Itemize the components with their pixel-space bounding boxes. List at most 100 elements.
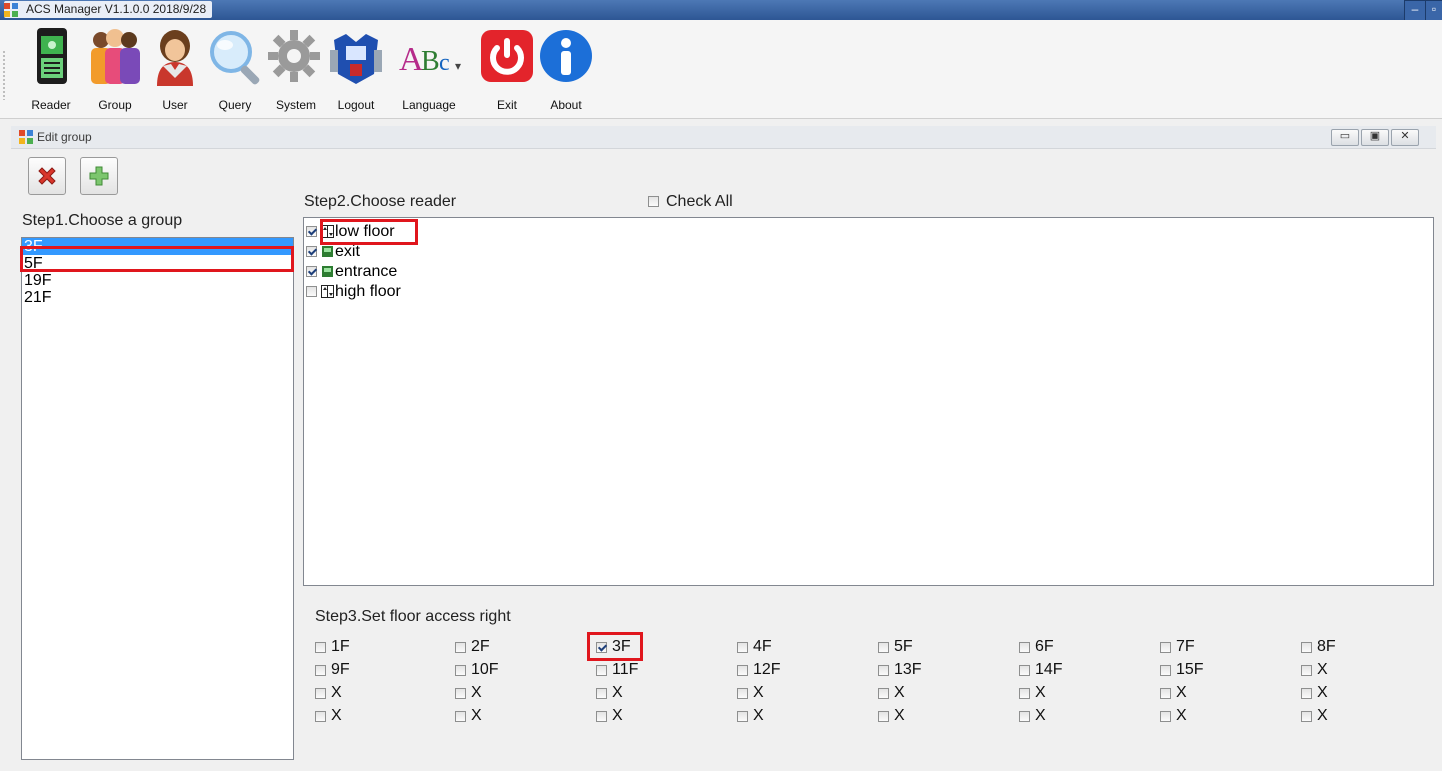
reader-checkbox[interactable]: [306, 286, 317, 297]
floor-checkbox[interactable]: X: [737, 683, 857, 703]
child-close-button[interactable]: ✕: [1391, 129, 1419, 146]
floor-checkbox-box[interactable]: [878, 688, 889, 699]
floor-checkbox[interactable]: 13F: [878, 660, 998, 680]
floor-checkbox[interactable]: X: [596, 683, 716, 703]
toolbar-query-button[interactable]: Query: [205, 24, 265, 114]
group-list-item[interactable]: 5F: [22, 255, 293, 272]
delete-group-button[interactable]: [28, 157, 66, 195]
floor-checkbox-box[interactable]: [1160, 642, 1171, 653]
floor-checkbox-box[interactable]: [1301, 688, 1312, 699]
toolbar-system-button[interactable]: System: [265, 24, 327, 114]
reader-tree[interactable]: low floor exit entrance high floor: [303, 217, 1434, 586]
floor-checkbox-label: 8F: [1317, 638, 1336, 655]
floor-checkbox[interactable]: X: [315, 706, 435, 726]
floor-checkbox[interactable]: X: [315, 683, 435, 703]
toolbar-user-button[interactable]: User: [145, 24, 205, 114]
floor-checkbox-box[interactable]: [1160, 688, 1171, 699]
floor-checkbox[interactable]: X: [1019, 683, 1139, 703]
reader-checkbox[interactable]: [306, 226, 317, 237]
floor-checkbox-box[interactable]: [596, 688, 607, 699]
floor-checkbox[interactable]: 11F: [596, 660, 716, 680]
reader-checkbox[interactable]: [306, 246, 317, 257]
exit-power-icon: [481, 30, 533, 82]
close-icon: ✕: [1400, 130, 1410, 142]
reader-checkbox[interactable]: [306, 266, 317, 277]
floor-checkbox-box[interactable]: [1301, 665, 1312, 676]
check-all-box[interactable]: [648, 196, 659, 207]
logout-icon: [330, 34, 382, 84]
floor-checkbox[interactable]: X: [878, 683, 998, 703]
group-list-item[interactable]: 21F: [22, 289, 293, 306]
floor-checkbox-box[interactable]: [596, 711, 607, 722]
floor-checkbox-box[interactable]: [1160, 711, 1171, 722]
group-list-item[interactable]: 19F: [22, 272, 293, 289]
floor-checkbox-box[interactable]: [596, 665, 607, 676]
floor-checkbox[interactable]: 12F: [737, 660, 857, 680]
floor-checkbox[interactable]: 2F: [455, 637, 575, 657]
floor-checkbox-box[interactable]: [1019, 688, 1030, 699]
floor-checkbox[interactable]: X: [1160, 706, 1280, 726]
floor-checkbox-box[interactable]: [737, 711, 748, 722]
floor-checkbox[interactable]: X: [1160, 683, 1280, 703]
floor-checkbox[interactable]: X: [1301, 706, 1421, 726]
floor-checkbox[interactable]: 7F: [1160, 637, 1280, 657]
floor-checkbox[interactable]: X: [455, 683, 575, 703]
floor-checkbox-box[interactable]: [1301, 642, 1312, 653]
floor-checkbox-box[interactable]: [455, 665, 466, 676]
floor-checkbox-box[interactable]: [1019, 665, 1030, 676]
floor-checkbox[interactable]: 5F: [878, 637, 998, 657]
floor-checkbox[interactable]: 8F: [1301, 637, 1421, 657]
floor-checkbox-box[interactable]: [1019, 642, 1030, 653]
toolbar-grip[interactable]: [3, 50, 5, 100]
toolbar-language-button[interactable]: A B c ▾ Language: [385, 24, 473, 114]
toolbar-exit-label: Exit: [496, 98, 517, 112]
toolbar-about-button[interactable]: About: [537, 24, 595, 114]
floor-checkbox[interactable]: 10F: [455, 660, 575, 680]
floor-checkbox-box[interactable]: [596, 642, 607, 653]
toolbar-logout-button[interactable]: Logout: [327, 24, 385, 114]
floor-checkbox-box[interactable]: [1160, 665, 1171, 676]
floor-checkbox[interactable]: X: [1019, 706, 1139, 726]
floor-checkbox-box[interactable]: [737, 642, 748, 653]
floor-checkbox-box[interactable]: [455, 642, 466, 653]
floor-checkbox[interactable]: 9F: [315, 660, 435, 680]
child-restore-button[interactable]: ▣: [1361, 129, 1389, 146]
group-list-item[interactable]: 3F: [22, 238, 293, 255]
floor-checkbox-box[interactable]: [315, 688, 326, 699]
floor-checkbox[interactable]: 3F: [596, 637, 716, 657]
floor-checkbox-box[interactable]: [455, 711, 466, 722]
restore-window-button[interactable]: ▫: [1425, 0, 1442, 21]
floor-checkbox-box[interactable]: [455, 688, 466, 699]
add-group-button[interactable]: [80, 157, 118, 195]
toolbar-group-button[interactable]: Group: [85, 24, 145, 114]
floor-checkbox[interactable]: X: [596, 706, 716, 726]
floor-checkbox-box[interactable]: [878, 642, 889, 653]
floor-checkbox-box[interactable]: [1019, 711, 1030, 722]
floor-checkbox[interactable]: 14F: [1019, 660, 1139, 680]
toolbar-exit-button[interactable]: Exit: [481, 24, 533, 114]
svg-text:▾: ▾: [455, 59, 461, 73]
floor-checkbox-box[interactable]: [315, 711, 326, 722]
floor-checkbox-box[interactable]: [1301, 711, 1312, 722]
floor-checkbox[interactable]: X: [737, 706, 857, 726]
group-listbox[interactable]: 3F 5F 19F 21F: [21, 237, 294, 760]
floor-checkbox-box[interactable]: [737, 665, 748, 676]
child-minimize-button[interactable]: ▭: [1331, 129, 1359, 146]
floor-checkbox-box[interactable]: [315, 665, 326, 676]
floor-checkbox[interactable]: X: [1301, 660, 1421, 680]
floor-checkbox[interactable]: X: [455, 706, 575, 726]
floor-checkbox[interactable]: 4F: [737, 637, 857, 657]
floor-checkbox[interactable]: X: [878, 706, 998, 726]
floor-checkbox[interactable]: 1F: [315, 637, 435, 657]
floor-checkbox-box[interactable]: [878, 665, 889, 676]
toolbar-reader-button[interactable]: Reader: [17, 24, 85, 114]
floor-checkbox-box[interactable]: [878, 711, 889, 722]
floor-checkbox[interactable]: X: [1301, 683, 1421, 703]
floor-checkbox[interactable]: 6F: [1019, 637, 1139, 657]
floor-checkbox[interactable]: 15F: [1160, 660, 1280, 680]
reader-name: high floor: [335, 283, 401, 300]
floor-checkbox-box[interactable]: [315, 642, 326, 653]
floor-checkbox-box[interactable]: [737, 688, 748, 699]
minimize-window-button[interactable]: –: [1404, 0, 1426, 21]
edit-group-title: Edit group: [37, 130, 92, 144]
